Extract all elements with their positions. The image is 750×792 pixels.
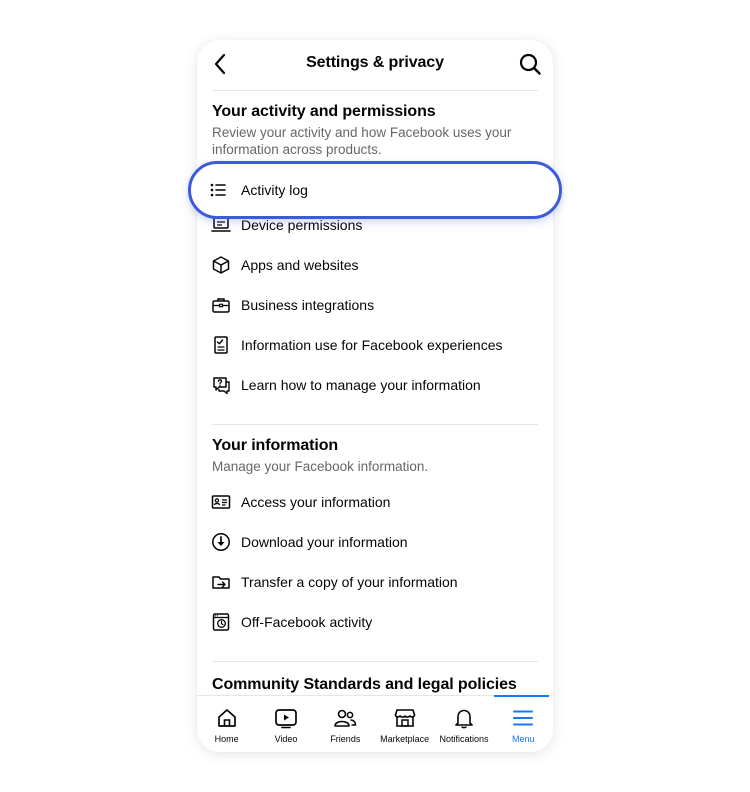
home-icon bbox=[214, 705, 240, 731]
settings-item-access-information[interactable]: Access your information bbox=[197, 482, 553, 522]
settings-item-label: Download your information bbox=[241, 534, 408, 550]
cube-icon bbox=[211, 255, 231, 275]
bottom-navigation: Home Video Friends Marketplace Notificat… bbox=[197, 695, 553, 752]
settings-item-label: Business integrations bbox=[241, 297, 375, 313]
settings-item-information-use[interactable]: Information use for Facebook experiences bbox=[197, 325, 553, 365]
marketplace-icon bbox=[392, 705, 418, 731]
page-title: Settings & privacy bbox=[306, 54, 444, 71]
chevron-left-icon bbox=[213, 53, 227, 75]
search-button[interactable] bbox=[515, 49, 545, 79]
list-icon bbox=[208, 180, 228, 200]
bell-icon bbox=[451, 705, 477, 731]
nav-video[interactable]: Video bbox=[256, 696, 315, 752]
history-icon bbox=[211, 612, 231, 632]
nav-label: Menu bbox=[512, 734, 535, 744]
settings-item-download-information[interactable]: Download your information bbox=[197, 522, 553, 562]
settings-item-label: Access your information bbox=[241, 494, 391, 510]
section-subtitle: Manage your Facebook information. bbox=[212, 459, 429, 474]
download-icon bbox=[211, 532, 231, 552]
section-subtitle: Review your activity and how Facebook us… bbox=[212, 125, 512, 157]
section-divider bbox=[212, 661, 538, 662]
friends-icon bbox=[332, 705, 358, 731]
question-bubble-icon bbox=[211, 375, 231, 395]
folder-transfer-icon bbox=[211, 572, 231, 592]
menu-icon bbox=[510, 705, 536, 731]
nav-home[interactable]: Home bbox=[197, 696, 256, 752]
id-card-icon bbox=[211, 492, 231, 512]
settings-item-apps-and-websites[interactable]: Apps and websites bbox=[197, 245, 553, 285]
settings-item-label: Information use for Facebook experiences bbox=[241, 337, 503, 353]
settings-item-label: Off-Facebook activity bbox=[241, 614, 373, 630]
nav-label: Marketplace bbox=[380, 734, 430, 744]
search-icon bbox=[519, 53, 541, 75]
video-icon bbox=[273, 705, 299, 731]
settings-item-learn-manage[interactable]: Learn how to manage your information bbox=[197, 365, 553, 405]
settings-item-off-facebook-activity[interactable]: Off-Facebook activity bbox=[197, 602, 553, 642]
section-divider bbox=[212, 424, 538, 425]
nav-label: Home bbox=[214, 734, 239, 744]
briefcase-icon bbox=[211, 295, 231, 315]
nav-label: Notifications bbox=[439, 734, 489, 744]
section-title: Community Standards and legal policies bbox=[212, 676, 517, 693]
nav-marketplace[interactable]: Marketplace bbox=[375, 696, 434, 752]
back-button[interactable] bbox=[205, 49, 235, 79]
settings-item-label: Device permissions bbox=[241, 217, 363, 233]
settings-item-label: Transfer a copy of your information bbox=[241, 574, 458, 590]
top-bar: Settings & privacy bbox=[197, 40, 553, 90]
nav-notifications[interactable]: Notifications bbox=[434, 696, 493, 752]
phone-screen: Settings & privacy Your activity and per… bbox=[197, 40, 553, 752]
section-title: Your activity and permissions bbox=[212, 103, 436, 120]
nav-menu[interactable]: Menu bbox=[493, 695, 553, 752]
section-title: Your information bbox=[212, 437, 339, 454]
settings-item-transfer-copy[interactable]: Transfer a copy of your information bbox=[197, 562, 553, 602]
nav-label: Video bbox=[274, 734, 298, 744]
settings-item-activity-log[interactable]: Activity log bbox=[188, 161, 562, 219]
settings-item-label: Activity log bbox=[241, 182, 308, 198]
nav-label: Friends bbox=[330, 734, 361, 744]
settings-item-label: Apps and websites bbox=[241, 257, 359, 273]
checklist-icon bbox=[211, 335, 231, 355]
settings-item-business-integrations[interactable]: Business integrations bbox=[197, 285, 553, 325]
nav-friends[interactable]: Friends bbox=[316, 696, 375, 752]
settings-item-label: Learn how to manage your information bbox=[241, 377, 481, 393]
